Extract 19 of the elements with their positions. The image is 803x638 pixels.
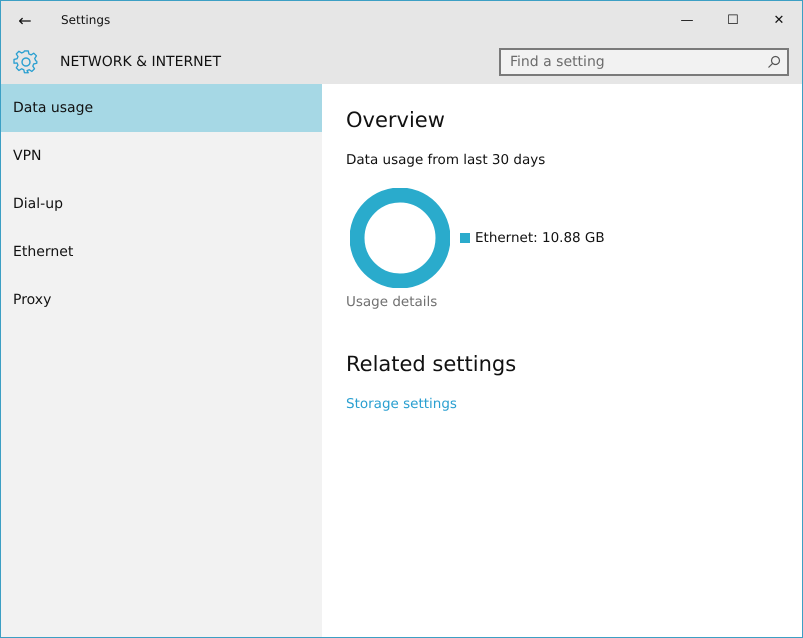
legend-label: Ethernet: 10.88 GB: [475, 230, 605, 246]
sidebar-item[interactable]: Data usage: [1, 84, 322, 132]
section-heading: Overview: [346, 108, 445, 132]
search-icon: [767, 54, 781, 68]
search-field[interactable]: Find a setting: [499, 48, 789, 76]
sidebar-item[interactable]: Ethernet: [1, 228, 322, 276]
maximize-button[interactable]: ☐: [710, 1, 756, 39]
usage-details-link[interactable]: Usage details: [346, 294, 438, 310]
minimize-button[interactable]: —: [664, 1, 710, 39]
settings-icon: [13, 48, 39, 74]
sidebar-item[interactable]: VPN: [1, 132, 322, 180]
back-button[interactable]: ←: [1, 1, 49, 39]
sidebar-item[interactable]: Dial-up: [1, 180, 322, 228]
section-heading: Related settings: [346, 352, 516, 376]
close-button[interactable]: ✕: [756, 1, 802, 39]
section-title: NETWORK & INTERNET: [60, 54, 222, 70]
usage-caption: Data usage from last 30 days: [346, 152, 546, 168]
window-title: Settings: [61, 13, 110, 27]
sidebar-item[interactable]: Proxy: [1, 276, 322, 324]
